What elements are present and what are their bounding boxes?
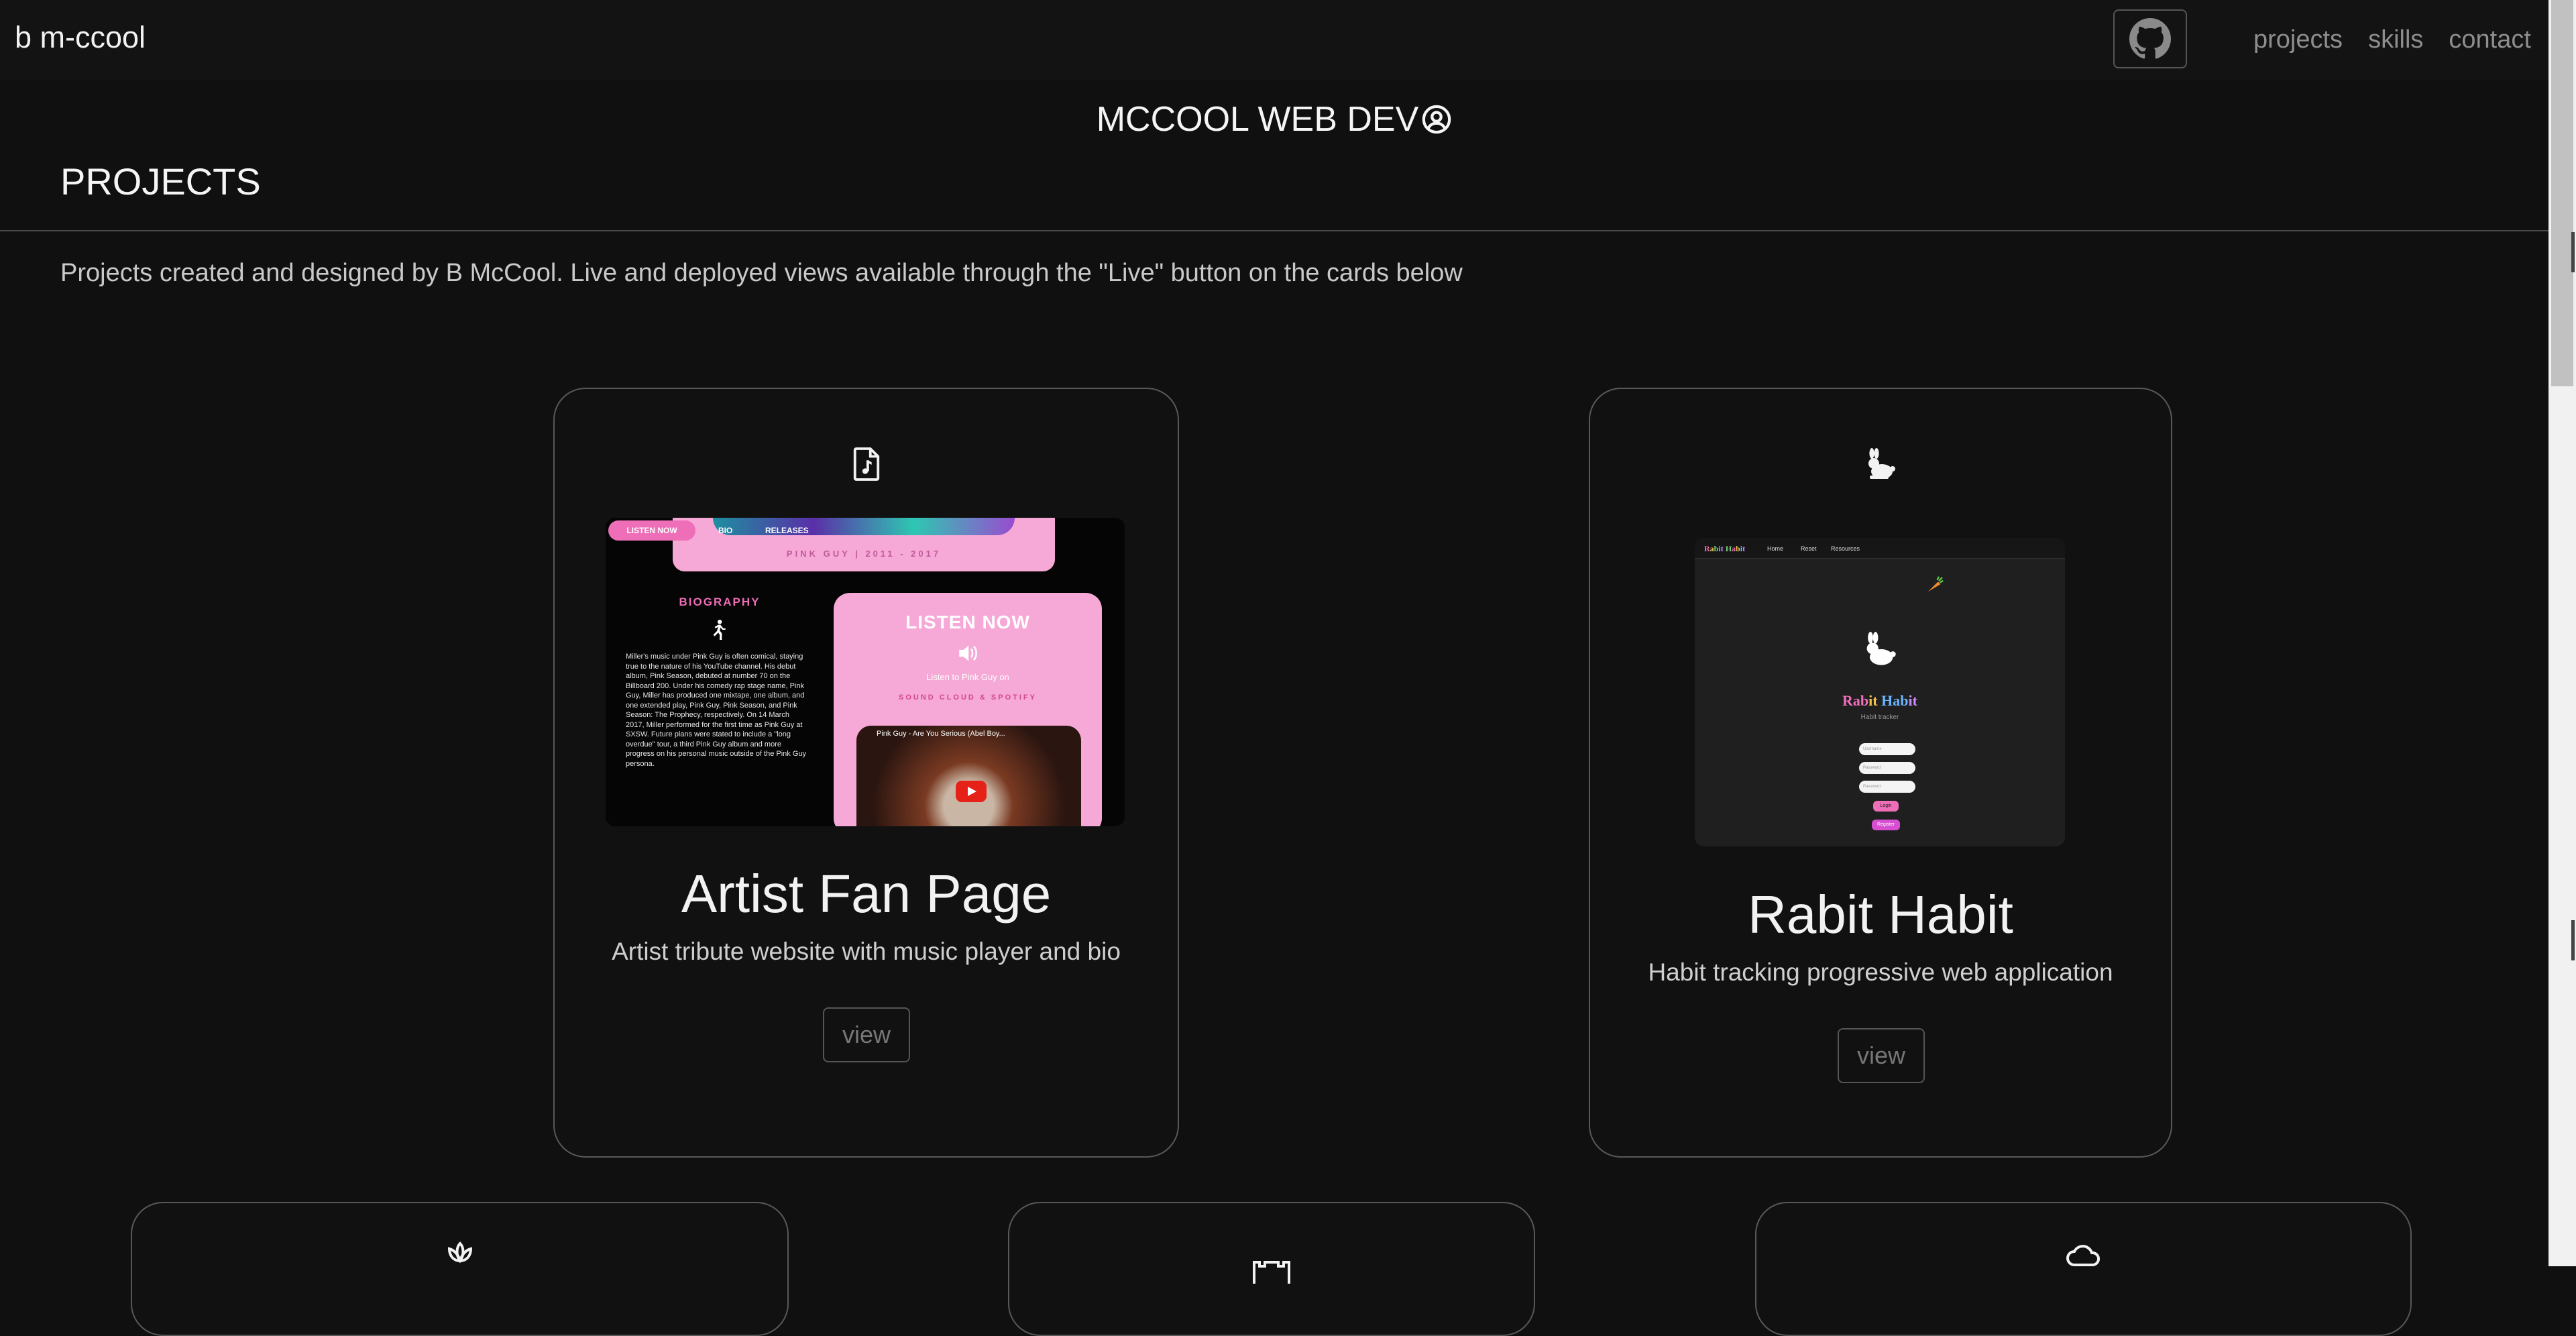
preview-listen-sub: Listen to Pink Guy on bbox=[926, 672, 1009, 682]
preview-listen-heading: LISTEN NOW bbox=[905, 612, 1030, 632]
rabit-preview-image: Rabit Habit Home Reset Resources Rabit H… bbox=[1695, 538, 2065, 846]
navbar: b m-ccool projects skills contact bbox=[0, 0, 2549, 80]
card-description: Habit tracking progressive web applicati… bbox=[1648, 958, 2113, 986]
rabbit-icon bbox=[1695, 632, 2065, 668]
card-icon-wrap bbox=[1009, 1257, 1534, 1284]
card-title: Rabit Habit bbox=[1748, 885, 2013, 944]
user-circle-icon bbox=[1421, 103, 1452, 144]
preview-nav-home: Home bbox=[1767, 545, 1784, 552]
preview-nav-bio: BIO bbox=[718, 526, 733, 535]
speaker-icon bbox=[834, 644, 1102, 663]
preview-listen-links: SOUND CLOUD & SPOTIFY bbox=[898, 693, 1037, 702]
nav-link-skills[interactable]: skills bbox=[2368, 25, 2423, 54]
card-title: Artist Fan Page bbox=[681, 864, 1052, 924]
preview-subtitle: Habit tracker bbox=[1860, 714, 1899, 721]
preview-username-input: Username bbox=[1859, 743, 1915, 755]
carrot-icon bbox=[1925, 574, 1946, 598]
scrollbar-marker bbox=[2571, 232, 2575, 272]
card-icon-wrap bbox=[1756, 1243, 2410, 1270]
preview-nav-releases: RELEASES bbox=[765, 526, 809, 535]
section-divider bbox=[0, 230, 2549, 231]
preview-listen-badge: LISTEN NOW bbox=[608, 520, 695, 541]
artist-preview-image: PINK GUY | 2011 - 2017 LISTEN NOW BIO RE… bbox=[606, 518, 1125, 826]
file-music-icon bbox=[853, 447, 879, 481]
preview-video-title: Pink Guy - Are You Serious (Abel Boy... bbox=[877, 730, 1005, 738]
preview-banner-text: PINK GUY | 2011 - 2017 bbox=[786, 549, 942, 559]
nav-link-projects[interactable]: projects bbox=[2253, 25, 2343, 54]
scrollbar-marker bbox=[2571, 920, 2575, 960]
card-icon-wrap bbox=[132, 1241, 787, 1270]
preview-login-button: Login bbox=[1873, 801, 1899, 812]
github-button[interactable] bbox=[2113, 9, 2187, 68]
cloud-icon bbox=[2066, 1245, 2100, 1266]
scrollbar-thumb[interactable] bbox=[2551, 0, 2573, 386]
preview-bio-text: Miller's music under Pink Guy is often c… bbox=[626, 653, 807, 768]
running-person-icon bbox=[710, 620, 727, 643]
card-icon-wrap bbox=[1590, 448, 2171, 482]
preview-nav-reset: Reset bbox=[1801, 545, 1817, 552]
view-button[interactable]: view bbox=[823, 1007, 910, 1062]
preview-title: Rabit Habit bbox=[1842, 692, 1917, 709]
brand-logo[interactable]: b m-ccool bbox=[15, 20, 146, 55]
section-title: PROJECTS bbox=[60, 160, 261, 203]
preview-logo: Rabit Habit bbox=[1704, 544, 1746, 553]
project-card-4 bbox=[1008, 1202, 1535, 1336]
nav-link-contact[interactable]: contact bbox=[2449, 25, 2531, 54]
view-button[interactable]: view bbox=[1838, 1028, 1925, 1083]
rabbit-icon bbox=[1868, 448, 1895, 479]
site-title-text: MCCOOL WEB DEV bbox=[1096, 100, 1419, 139]
preview-register-button: Register bbox=[1872, 820, 1900, 830]
preview-listen-card: LISTEN NOW Listen to Pink Guy on SOUND C… bbox=[834, 593, 1102, 826]
preview-video: Pink Guy - Are You Serious (Abel Boy... bbox=[856, 726, 1081, 826]
intro-text: Projects created and designed by B McCoo… bbox=[60, 259, 1463, 287]
github-icon bbox=[2129, 18, 2171, 59]
preview-password-input: Password bbox=[1859, 762, 1915, 774]
project-card-5 bbox=[1755, 1202, 2412, 1336]
preview-banner-art bbox=[713, 518, 1015, 535]
lotus-icon bbox=[447, 1241, 472, 1264]
preview-password-input-2: Password bbox=[1859, 781, 1915, 793]
site-title: MCCOOL WEB DEV bbox=[0, 99, 2549, 144]
preview-nav-resources: Resources bbox=[1831, 545, 1860, 552]
preview-bio-heading: BIOGRAPHY bbox=[679, 596, 761, 608]
card-description: Artist tribute website with music player… bbox=[612, 938, 1121, 965]
preview-navbar bbox=[1695, 538, 2065, 559]
nav-links: projects skills contact bbox=[2253, 25, 2531, 54]
card-icon-wrap bbox=[555, 447, 1178, 482]
youtube-play-icon bbox=[956, 781, 987, 802]
project-card-3 bbox=[131, 1202, 789, 1336]
castle-icon bbox=[1253, 1261, 1290, 1284]
